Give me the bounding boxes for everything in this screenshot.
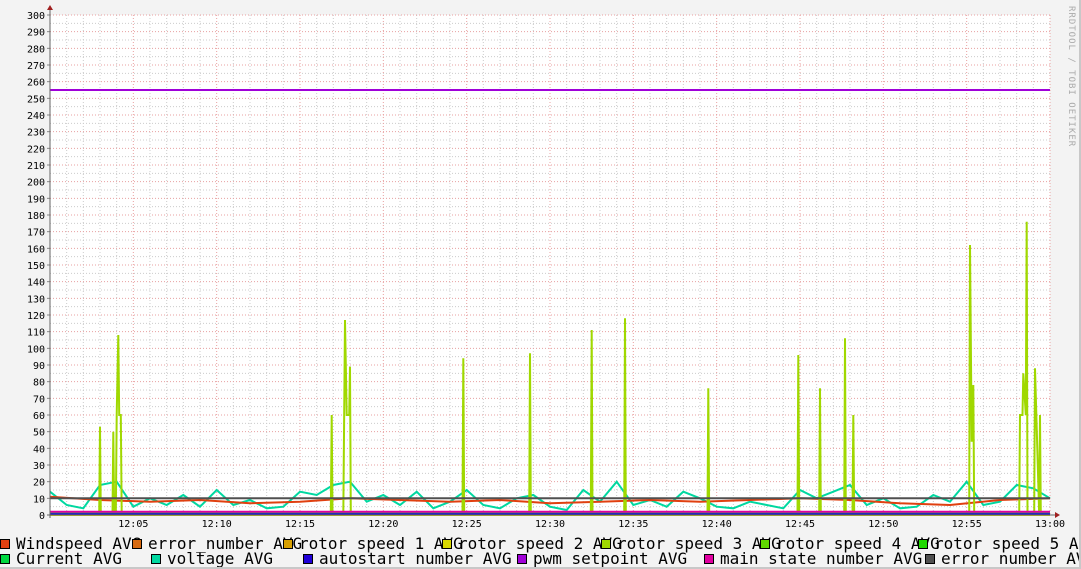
rrd-graph: 12:05 12:10 12:15 12:20 12:25 12:30 12:35 12:40…	[0, 0, 1081, 569]
y-tick-label: 290	[27, 28, 45, 39]
y-tick-label: 180	[27, 211, 45, 222]
legend-label: Current AVG	[16, 549, 122, 568]
legend-swatch	[442, 538, 452, 549]
y-tick-label: 250	[27, 94, 45, 105]
legend-label: voltage AVG	[167, 549, 273, 568]
legend-swatch	[303, 553, 313, 564]
y-tick-label: 200	[27, 178, 45, 189]
x-tick-label: 12:30	[535, 519, 565, 530]
y-tick-label: 270	[27, 61, 45, 72]
legend-item: voltage AVG	[151, 549, 273, 568]
y-tick-label: 300	[27, 11, 45, 22]
chart-svg: 12:05 12:10 12:15 12:20 12:25 12:30 12:35 12:40…	[27, 5, 1065, 530]
y-tick-label: 140	[27, 278, 45, 289]
x-tick-label: 12:15	[285, 519, 315, 530]
legend-label: main_state_number AVG	[720, 549, 923, 568]
y-axis-arrow-icon	[47, 5, 53, 10]
legend-item: autostart_number AVG	[303, 549, 512, 568]
legend-swatch	[918, 538, 928, 549]
legend-label: pwm_setpoint AVG	[533, 549, 688, 568]
y-tick-label: 40	[33, 444, 45, 455]
y-tick-label: 20	[33, 478, 45, 489]
legend-swatch	[0, 553, 10, 564]
y-tick-label: 120	[27, 311, 45, 322]
x-tick-label: 13:00	[1035, 519, 1065, 530]
y-tick-label: 130	[27, 294, 45, 305]
x-tick-label: 12:40	[702, 519, 732, 530]
y-tick-label: 260	[27, 78, 45, 89]
legend-swatch	[601, 538, 611, 549]
legend-swatch	[704, 553, 714, 564]
y-tick-label: 170	[27, 228, 45, 239]
legend-item: main_state_number AVG	[704, 549, 923, 568]
legend-swatch	[283, 538, 293, 549]
y-tick-label: 70	[33, 394, 45, 405]
y-tick-label: 0	[39, 511, 45, 522]
y-tick-label: 210	[27, 161, 45, 172]
legend-swatch	[132, 538, 142, 549]
x-tick-label: 12:50	[868, 519, 898, 530]
y-tick-label: 230	[27, 128, 45, 139]
x-tick-label: 12:10	[202, 519, 232, 530]
y-tick-label: 50	[33, 428, 45, 439]
watermark: RRDTOOL / TOBI OETIKER	[1066, 6, 1076, 148]
x-tick-label: 12:35	[618, 519, 648, 530]
legend-label: error_number AVG	[941, 549, 1081, 568]
y-tick-label: 80	[33, 378, 45, 389]
y-tick-label: 10	[33, 494, 45, 505]
y-tick-label: 280	[27, 44, 45, 55]
y-tick-label: 100	[27, 344, 45, 355]
x-tick-label: 12:05	[118, 519, 148, 530]
legend-swatch	[925, 553, 935, 564]
legend-swatch	[760, 538, 770, 549]
x-tick-label: 12:20	[368, 519, 398, 530]
y-tick-label: 160	[27, 244, 45, 255]
legend-item: error_number AVG	[925, 549, 1081, 568]
legend-swatch	[151, 553, 161, 564]
x-tick-label: 12:45	[785, 519, 815, 530]
y-tick-label: 110	[27, 328, 45, 339]
legend-swatch	[0, 538, 10, 549]
x-tick-label: 12:55	[952, 519, 982, 530]
legend-label: autostart_number AVG	[319, 549, 512, 568]
legend-item: Current AVG	[0, 549, 122, 568]
legend-swatch	[517, 553, 527, 564]
y-tick-label: 60	[33, 411, 45, 422]
x-tick-label: 12:25	[452, 519, 482, 530]
y-tick-label: 150	[27, 261, 45, 272]
y-tick-label: 90	[33, 361, 45, 372]
x-axis-arrow-icon	[1055, 512, 1060, 518]
y-tick-label: 240	[27, 111, 45, 122]
legend-item: pwm_setpoint AVG	[517, 549, 688, 568]
y-tick-label: 190	[27, 194, 45, 205]
y-tick-label: 220	[27, 144, 45, 155]
y-tick-label: 30	[33, 461, 45, 472]
